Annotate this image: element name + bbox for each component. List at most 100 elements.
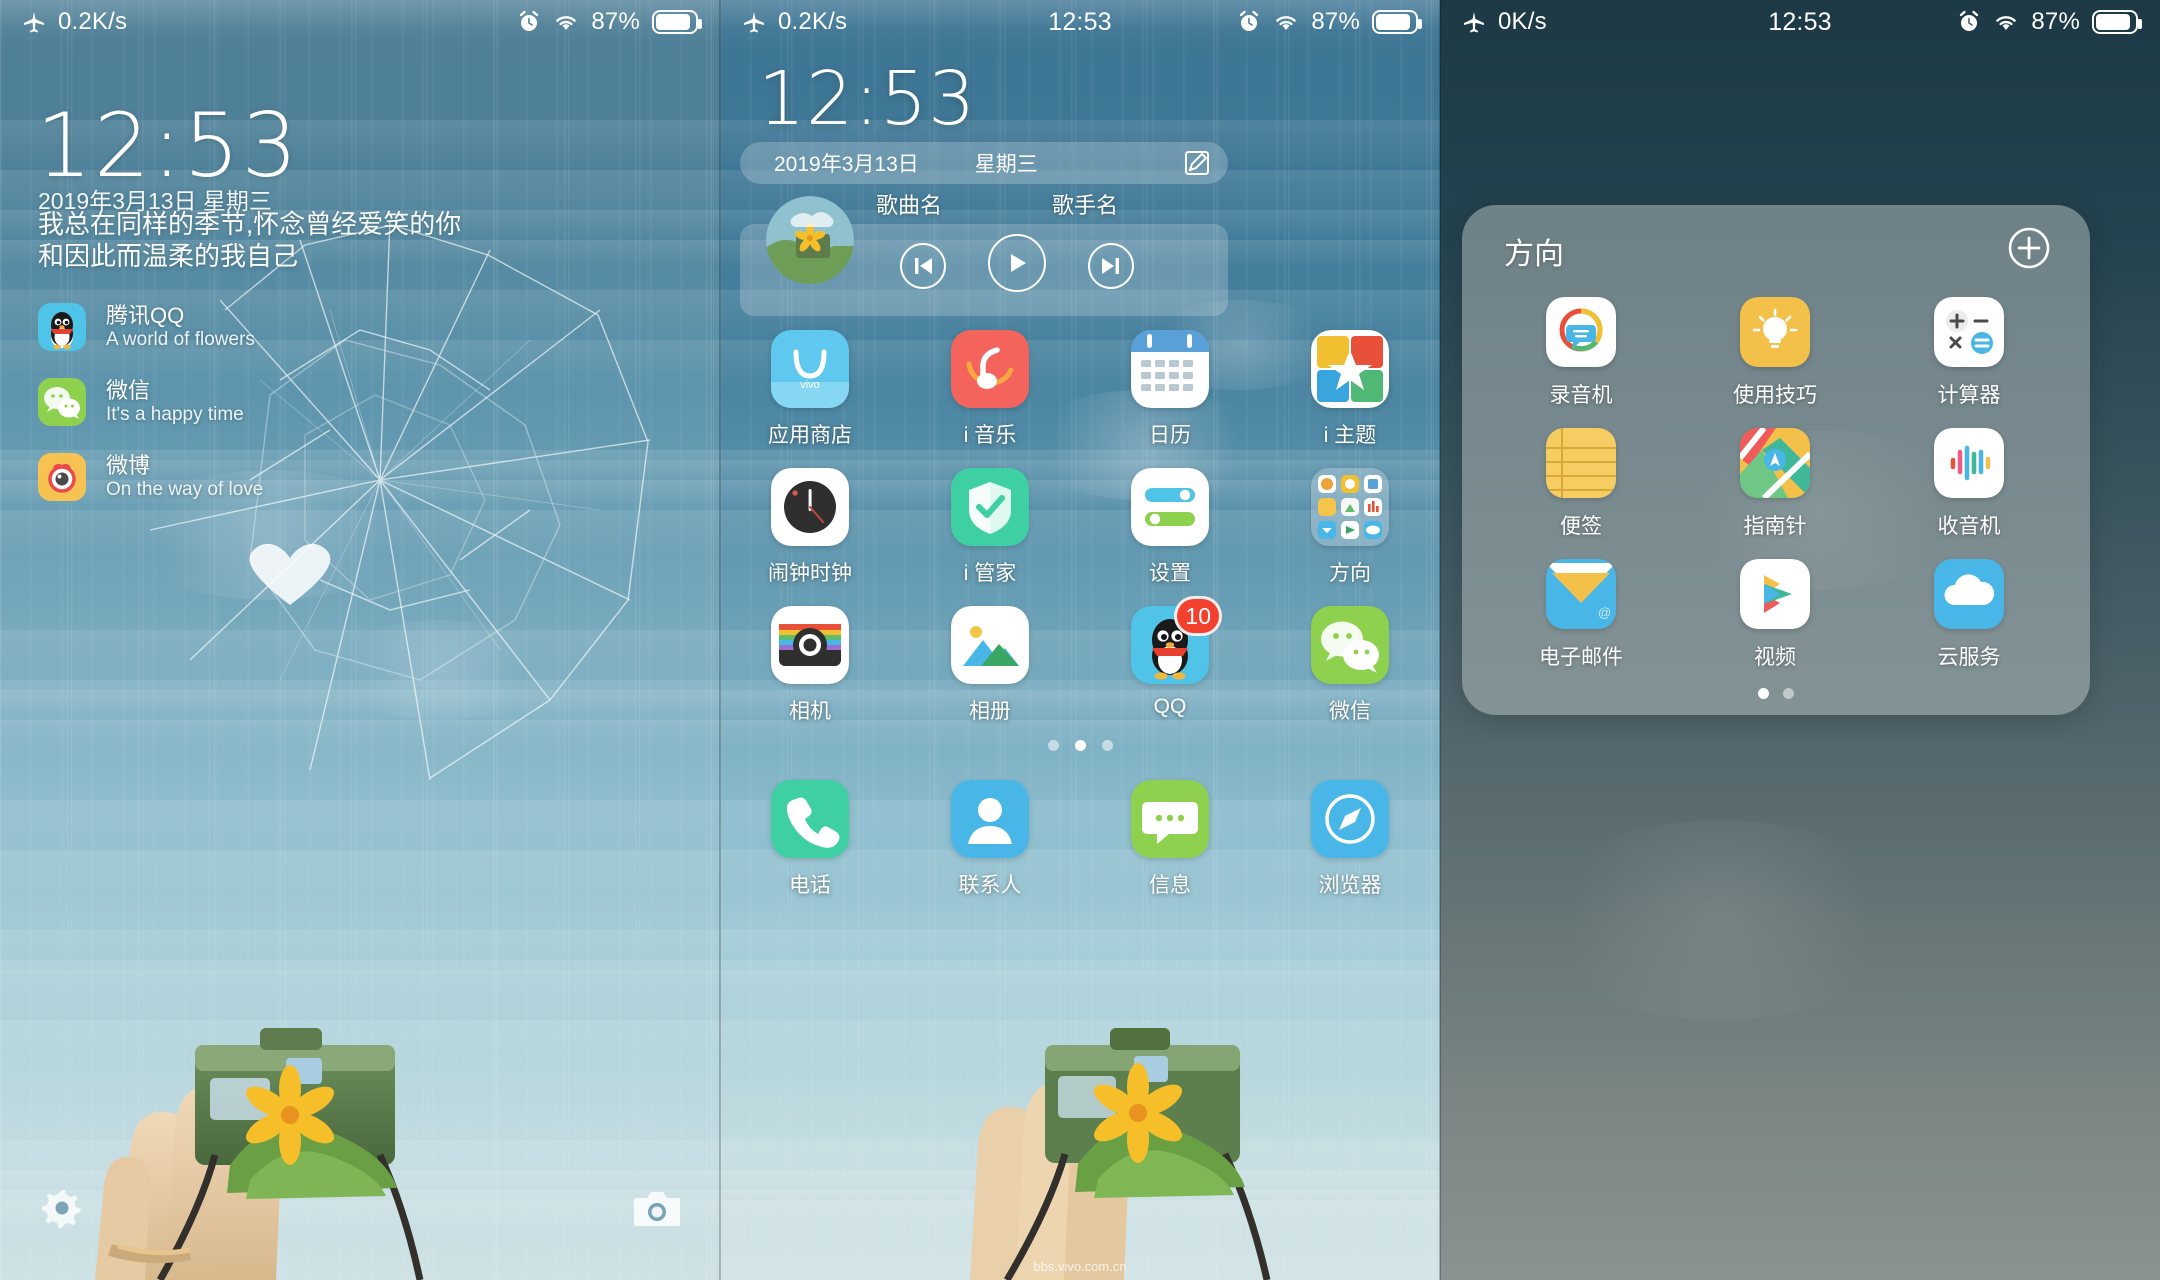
folder-app-grid: 录音机 使用技巧 计算器 便签 指南针 收音机 @ 电子邮件 视频 云服务 xyxy=(1462,297,2090,690)
folder-app-cloud[interactable]: 云服务 xyxy=(1872,559,2066,690)
settings-toggles-icon xyxy=(1131,468,1209,546)
qq-unread-badge: 10 xyxy=(1174,596,1222,636)
camera-icon[interactable] xyxy=(634,1188,680,1228)
gallery-icon xyxy=(951,606,1029,684)
app-icon-appstore[interactable]: vivo 应用商店 xyxy=(720,330,900,468)
app-label: 浏览器 xyxy=(1318,874,1382,897)
app-label: 联系人 xyxy=(958,874,1022,897)
page-dot-active xyxy=(1074,740,1086,751)
edit-pencil-icon[interactable] xyxy=(1184,150,1210,176)
album-art-thumbnail xyxy=(766,196,854,284)
notification-text: It's a happy time xyxy=(106,403,244,425)
app-label: 计算器 xyxy=(1937,384,2001,407)
page-indicator[interactable] xyxy=(720,740,1440,751)
app-label: 微信 xyxy=(1329,700,1371,723)
browser-compass-icon xyxy=(1311,780,1389,858)
app-icon-calendar[interactable]: 日历 xyxy=(1080,330,1260,468)
wechat-icon xyxy=(38,378,86,426)
artist-name-label: 歌手名 xyxy=(1052,193,1119,218)
email-icon: @ xyxy=(1546,559,1616,629)
folder-app-calculator[interactable]: 计算器 xyxy=(1872,297,2066,428)
app-icon-clock[interactable]: 闹钟时钟 xyxy=(720,468,900,606)
app-icon-folder-direction[interactable]: 方向 xyxy=(1260,468,1440,606)
folder-app-recorder[interactable]: 录音机 xyxy=(1484,297,1678,428)
app-label: i 管家 xyxy=(963,562,1017,585)
app-label: 录音机 xyxy=(1549,384,1613,407)
skip-next-button[interactable] xyxy=(1088,243,1134,289)
notification-item[interactable]: 微博 On the way of love xyxy=(38,440,508,514)
home-clock-widget[interactable]: 12:53 xyxy=(758,62,976,136)
folder-app-compass[interactable]: 指南针 xyxy=(1678,428,1872,559)
compass-map-icon xyxy=(1740,428,1810,498)
app-label: 方向 xyxy=(1329,562,1371,585)
folder-page-indicator[interactable] xyxy=(1462,688,2090,699)
qq-penguin-icon xyxy=(38,303,86,351)
app-label: 指南针 xyxy=(1743,515,1807,538)
folder-title[interactable]: 方向 xyxy=(1504,229,1564,273)
dock-icon-browser[interactable]: 浏览器 xyxy=(1260,780,1440,918)
app-label: 使用技巧 xyxy=(1733,384,1817,407)
folder-app-tips[interactable]: 使用技巧 xyxy=(1678,297,1872,428)
app-label: 日历 xyxy=(1149,424,1191,447)
notification-list: 腾讯QQ A world of flowers 微信 It's a happy … xyxy=(38,290,508,515)
app-row: 相机 相册 10 QQ 微信 xyxy=(720,596,1440,744)
svg-text:vivo: vivo xyxy=(800,379,820,391)
wechat-icon xyxy=(1311,606,1389,684)
folder-app-radio[interactable]: 收音机 xyxy=(1872,428,2066,559)
itheme-icon xyxy=(1311,330,1389,408)
song-name-label: 歌曲名 xyxy=(876,193,943,218)
music-player-widget[interactable] xyxy=(740,196,1228,316)
dock-icon-messages[interactable]: 信息 xyxy=(1080,780,1260,918)
notification-item[interactable]: 腾讯QQ A world of flowers xyxy=(38,290,508,364)
folder-app-email[interactable]: @ 电子邮件 xyxy=(1484,559,1678,690)
app-icon-qq[interactable]: 10 QQ xyxy=(1080,596,1260,744)
notes-icon xyxy=(1546,428,1616,498)
plus-circle-icon[interactable] xyxy=(2008,227,2050,269)
notification-app-name: 微博 xyxy=(106,452,151,478)
app-row: 闹钟时钟 i 管家 设置 方向 xyxy=(720,468,1440,606)
app-label: QQ xyxy=(1153,695,1187,718)
skip-previous-button[interactable] xyxy=(900,243,946,289)
three-phone-screenshots: 0.2K/s 87% 12:53 2019年3月13日 星期三 我总在同样的季节… xyxy=(0,0,2160,1280)
dock-icon-contacts[interactable]: 联系人 xyxy=(900,780,1080,918)
battery-icon xyxy=(2092,10,2142,34)
app-label: i 主题 xyxy=(1323,424,1377,447)
calendar-icon xyxy=(1131,330,1209,408)
app-icon-imanager[interactable]: i 管家 xyxy=(900,468,1080,606)
folder-page-dot-active xyxy=(1758,688,1769,699)
app-label: 收音机 xyxy=(1937,515,2001,538)
app-icon-gallery[interactable]: 相册 xyxy=(900,606,1080,744)
imanager-shield-icon xyxy=(951,468,1029,546)
folder-app-notes[interactable]: 便签 xyxy=(1484,428,1678,559)
dock: 电话 联系人 信息 浏览器 xyxy=(720,780,1440,918)
date-text: 2019年3月13日 xyxy=(774,153,919,176)
app-label: 应用商店 xyxy=(768,424,852,447)
panel-folder-open: 0K/s 12:53 87% 方向 录音机 使用技巧 计算器 便签 指南针 收音… xyxy=(1440,0,2160,1280)
settings-gear-icon[interactable] xyxy=(40,1186,84,1230)
notification-item[interactable]: 微信 It's a happy time xyxy=(38,365,508,439)
status-bar: 0.2K/s 12:53 87% xyxy=(720,0,1440,44)
watermark-text: bbs.vivo.com.cn xyxy=(1033,1259,1127,1274)
panel-home-screen: 0.2K/s 12:53 87% 12:53 2019年3月13日 星期三 歌曲… xyxy=(720,0,1440,1280)
net-speed-text: 0.2K/s xyxy=(58,8,128,35)
lock-quote-line2: 和因此而温柔的我自己 xyxy=(38,241,299,272)
dock-row: 电话 联系人 信息 浏览器 xyxy=(720,780,1440,918)
app-icon-wechat[interactable]: 微信 xyxy=(1260,606,1440,744)
folder-app-video[interactable]: 视频 xyxy=(1678,559,1872,690)
play-button[interactable] xyxy=(988,234,1046,292)
status-bar: 0.2K/s 87% xyxy=(0,0,720,44)
status-bar: 0K/s 12:53 87% xyxy=(1440,0,2160,44)
lock-quote-line1: 我总在同样的季节,怀念曾经爱笑的你 xyxy=(38,209,462,239)
app-label: 便签 xyxy=(1560,515,1602,538)
notification-text: A world of flowers xyxy=(106,328,255,350)
app-icon-camera[interactable]: 相机 xyxy=(720,606,900,744)
app-icon-imusic[interactable]: i 音乐 xyxy=(900,330,1080,468)
video-play-icon xyxy=(1740,559,1810,629)
app-icon-itheme[interactable]: i 主题 xyxy=(1260,330,1440,468)
app-icon-settings[interactable]: 设置 xyxy=(1080,468,1260,606)
dock-icon-phone[interactable]: 电话 xyxy=(720,780,900,918)
messages-icon xyxy=(1131,780,1209,858)
calculator-icon xyxy=(1934,297,2004,367)
weekday-text: 星期三 xyxy=(974,153,1038,176)
date-bar[interactable]: 2019年3月13日 星期三 xyxy=(740,142,1228,184)
